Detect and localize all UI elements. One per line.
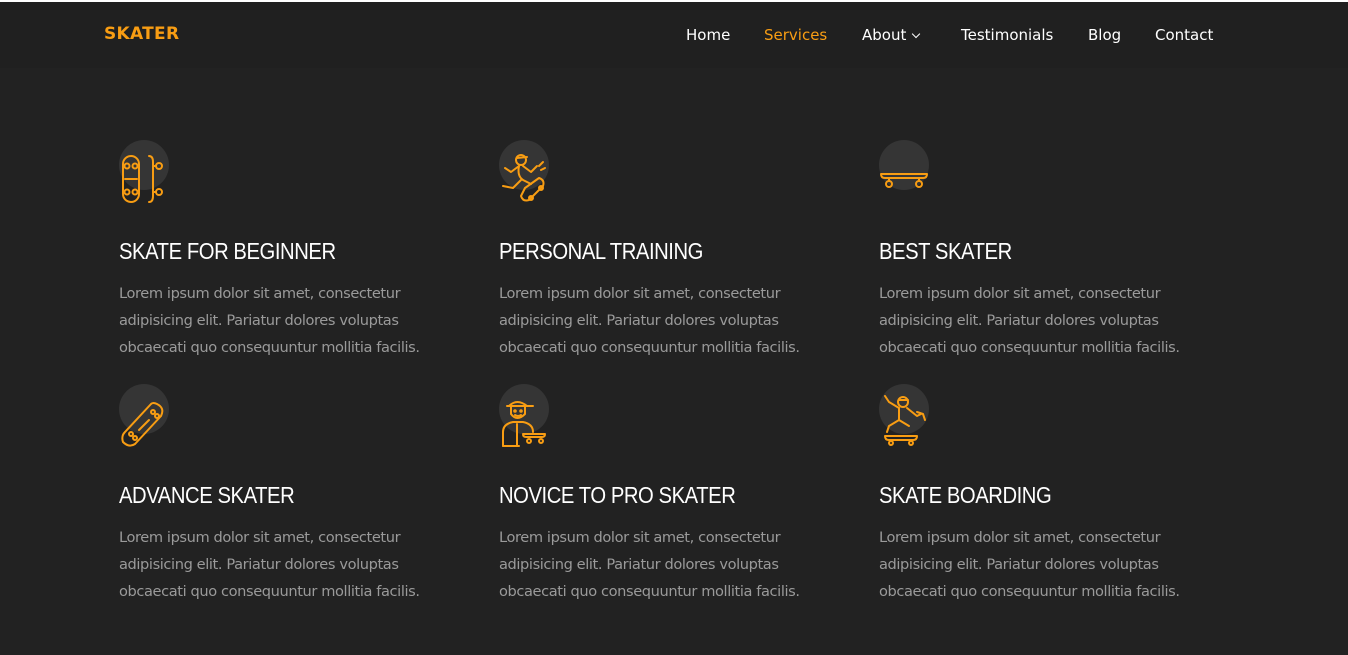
service-title: NOVICE TO PRO SKATER xyxy=(499,482,736,508)
nav-contact[interactable]: Contact xyxy=(1155,26,1213,44)
skater-with-cap-icon xyxy=(499,384,559,454)
nav-testimonials[interactable]: Testimonials xyxy=(961,26,1053,44)
service-title: SKATE FOR BEGINNER xyxy=(119,238,336,264)
service-description: Lorem ipsum dolor sit amet, consectetur … xyxy=(119,285,420,356)
service-description: Lorem ipsum dolor sit amet, consectetur … xyxy=(499,529,800,600)
service-description: Lorem ipsum dolor sit amet, consectetur … xyxy=(499,285,800,356)
nav-about[interactable]: About xyxy=(862,26,921,44)
service-title: SKATE BOARDING xyxy=(879,482,1052,508)
skateboard-top-and-side-icon xyxy=(119,140,179,210)
service-description: Lorem ipsum dolor sit amet, consectetur … xyxy=(879,285,1180,356)
nav-about-label: About xyxy=(862,26,907,44)
service-title: ADVANCE SKATER xyxy=(119,482,295,508)
skateboard-side-icon xyxy=(879,140,939,210)
skater-jumping-icon xyxy=(499,140,559,210)
nav-home[interactable]: Home xyxy=(686,26,730,44)
service-description: Lorem ipsum dolor sit amet, consectetur … xyxy=(879,529,1180,600)
chevron-down-icon xyxy=(912,29,921,39)
navbar: SKATER Home Services About Testimonials … xyxy=(0,2,1348,68)
service-title: PERSONAL TRAINING xyxy=(499,238,703,264)
service-title: BEST SKATER xyxy=(879,238,1012,264)
nav-services[interactable]: Services xyxy=(764,26,827,44)
skateboard-diagonal-icon xyxy=(119,384,179,454)
skater-trick-icon xyxy=(879,384,939,454)
service-description: Lorem ipsum dolor sit amet, consectetur … xyxy=(119,529,420,600)
brand-logo[interactable]: SKATER xyxy=(104,24,179,44)
nav-blog[interactable]: Blog xyxy=(1088,26,1121,44)
